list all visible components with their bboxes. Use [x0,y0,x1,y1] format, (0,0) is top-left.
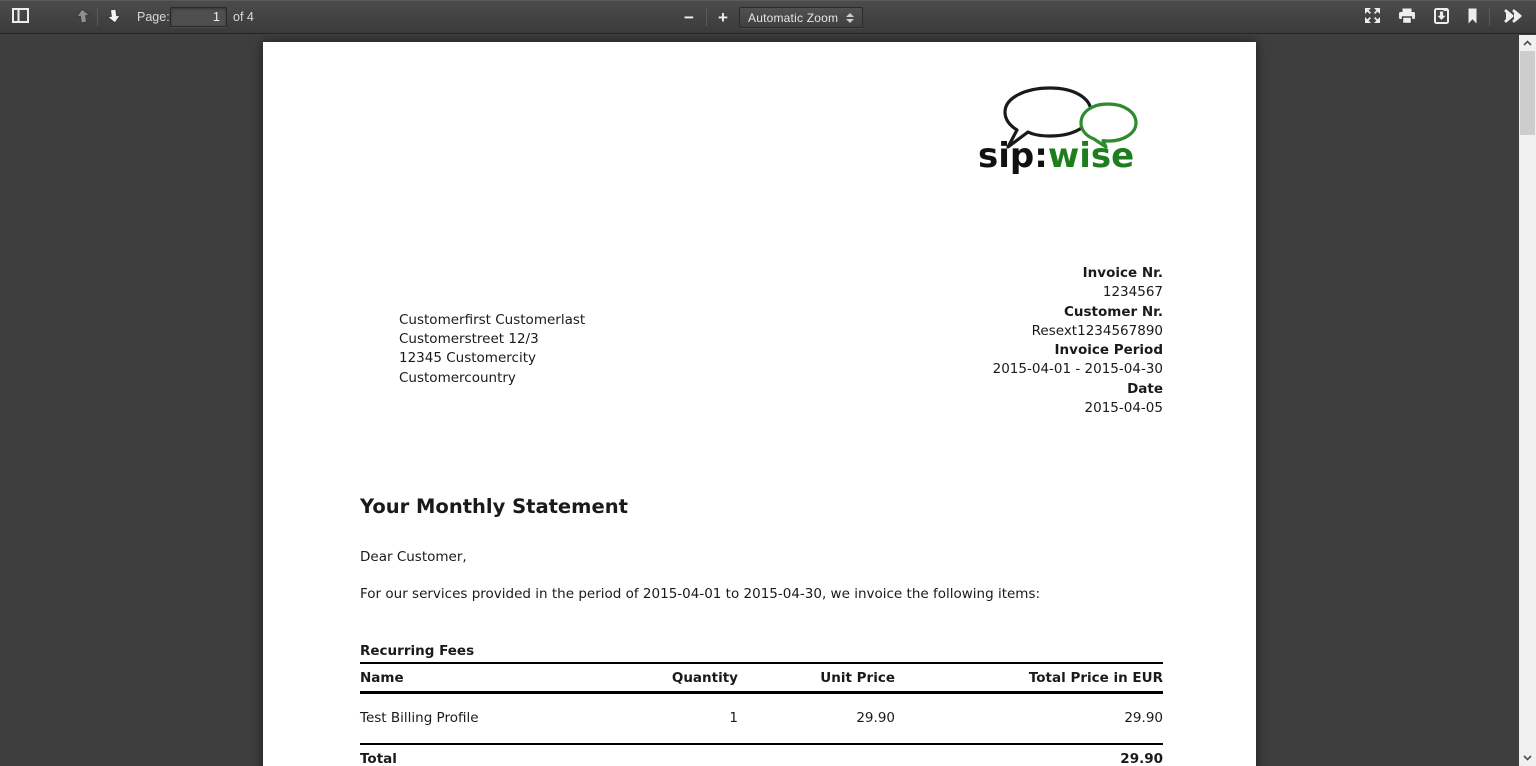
scroll-up-button[interactable] [1519,35,1536,51]
document-viewport[interactable]: sip:wise Invoice Nr. 1234567 Customer Nr… [0,35,1519,766]
address-line: Customerfirst Customerlast [399,311,585,330]
customer-nr-value: Resext1234567890 [843,322,1163,341]
invoice-date-label: Date [843,380,1163,399]
double-chevron-right-icon [1504,9,1522,26]
zoom-level-select[interactable]: Automatic Zoom [739,7,863,28]
pdf-page-1: sip:wise Invoice Nr. 1234567 Customer Nr… [263,42,1256,766]
toolbar-separator [97,8,98,26]
plus-icon: + [718,9,728,26]
sipwise-logo-text: sip:wise [978,139,1163,173]
pdf-toolbar: Page: of 4 − + Automatic Zoom [0,0,1536,34]
minus-icon: − [684,9,694,26]
invoice-period-label: Invoice Period [843,341,1163,360]
address-line: Customercountry [399,369,585,388]
download-button[interactable] [1429,5,1453,29]
total-label: Total [360,745,580,766]
select-updown-icon [846,13,854,23]
recurring-fees-title: Recurring Fees [360,643,474,659]
invoice-nr-value: 1234567 [843,283,1163,302]
address-line: Customerstreet 12/3 [399,330,585,349]
vertical-scrollbar[interactable] [1519,35,1536,766]
print-button[interactable] [1395,5,1419,29]
col-header-quantity: Quantity [580,664,738,691]
cell-name: Test Billing Profile [360,694,580,743]
presentation-mode-button[interactable] [1360,5,1384,29]
page-label: Page: [137,0,170,34]
intro-text: For our services provided in the period … [360,586,1120,602]
print-icon [1398,8,1416,27]
page-number-input[interactable] [170,7,227,27]
scrollbar-thumb[interactable] [1520,51,1535,135]
cell-total-price: 29.90 [895,694,1163,743]
sidebar-toggle-button[interactable] [7,5,33,29]
scroll-up-icon [1523,40,1532,46]
logo-text-sip: sip: [978,136,1048,176]
col-header-name: Name [360,664,580,691]
scroll-down-icon [1523,755,1532,761]
customer-nr-label: Customer Nr. [843,303,1163,322]
cell-unit-price: 29.90 [738,694,895,743]
download-icon [1434,8,1449,27]
zoom-out-button[interactable]: − [676,5,702,29]
arrow-down-icon [106,8,122,27]
cell-quantity: 1 [580,694,738,743]
address-line: 12345 Customercity [399,349,585,368]
sipwise-logo: sip:wise [978,86,1163,186]
invoice-meta: Invoice Nr. 1234567 Customer Nr. Resext1… [843,264,1163,418]
zoom-level-value: Automatic Zoom [748,11,846,25]
table-row: Test Billing Profile 1 29.90 29.90 [360,694,1163,743]
customer-address: Customerfirst Customerlast Customerstree… [399,311,585,388]
toolbar-separator [706,8,707,26]
table-header-row: Name Quantity Unit Price Total Price in … [360,662,1163,694]
scroll-down-button[interactable] [1519,750,1536,766]
previous-page-button[interactable] [71,5,95,29]
bookmark-button[interactable] [1460,5,1484,29]
logo-text-wise: wise [1048,136,1134,176]
salutation-text: Dear Customer, [360,549,467,565]
recurring-fees-table: Name Quantity Unit Price Total Price in … [360,662,1163,766]
zoom-in-button[interactable]: + [710,5,736,29]
fullscreen-icon [1364,7,1381,27]
invoice-period-value: 2015-04-01 - 2015-04-30 [843,360,1163,379]
arrow-up-icon [75,8,91,27]
page-count-label: of 4 [233,0,254,34]
total-value: 29.90 [895,745,1163,766]
bookmark-icon [1466,8,1479,27]
col-header-unit-price: Unit Price [738,664,895,691]
statement-heading: Your Monthly Statement [360,495,628,518]
invoice-date-value: 2015-04-05 [843,399,1163,418]
more-tools-button[interactable] [1498,5,1528,29]
table-total-row: Total 29.90 [360,743,1163,766]
col-header-total-price: Total Price in EUR [895,664,1163,691]
toolbar-separator [1489,8,1490,26]
next-page-button[interactable] [102,5,126,29]
sidebar-toggle-icon [12,8,29,26]
table-body: Test Billing Profile 1 29.90 29.90 [360,694,1163,743]
invoice-nr-label: Invoice Nr. [843,264,1163,283]
